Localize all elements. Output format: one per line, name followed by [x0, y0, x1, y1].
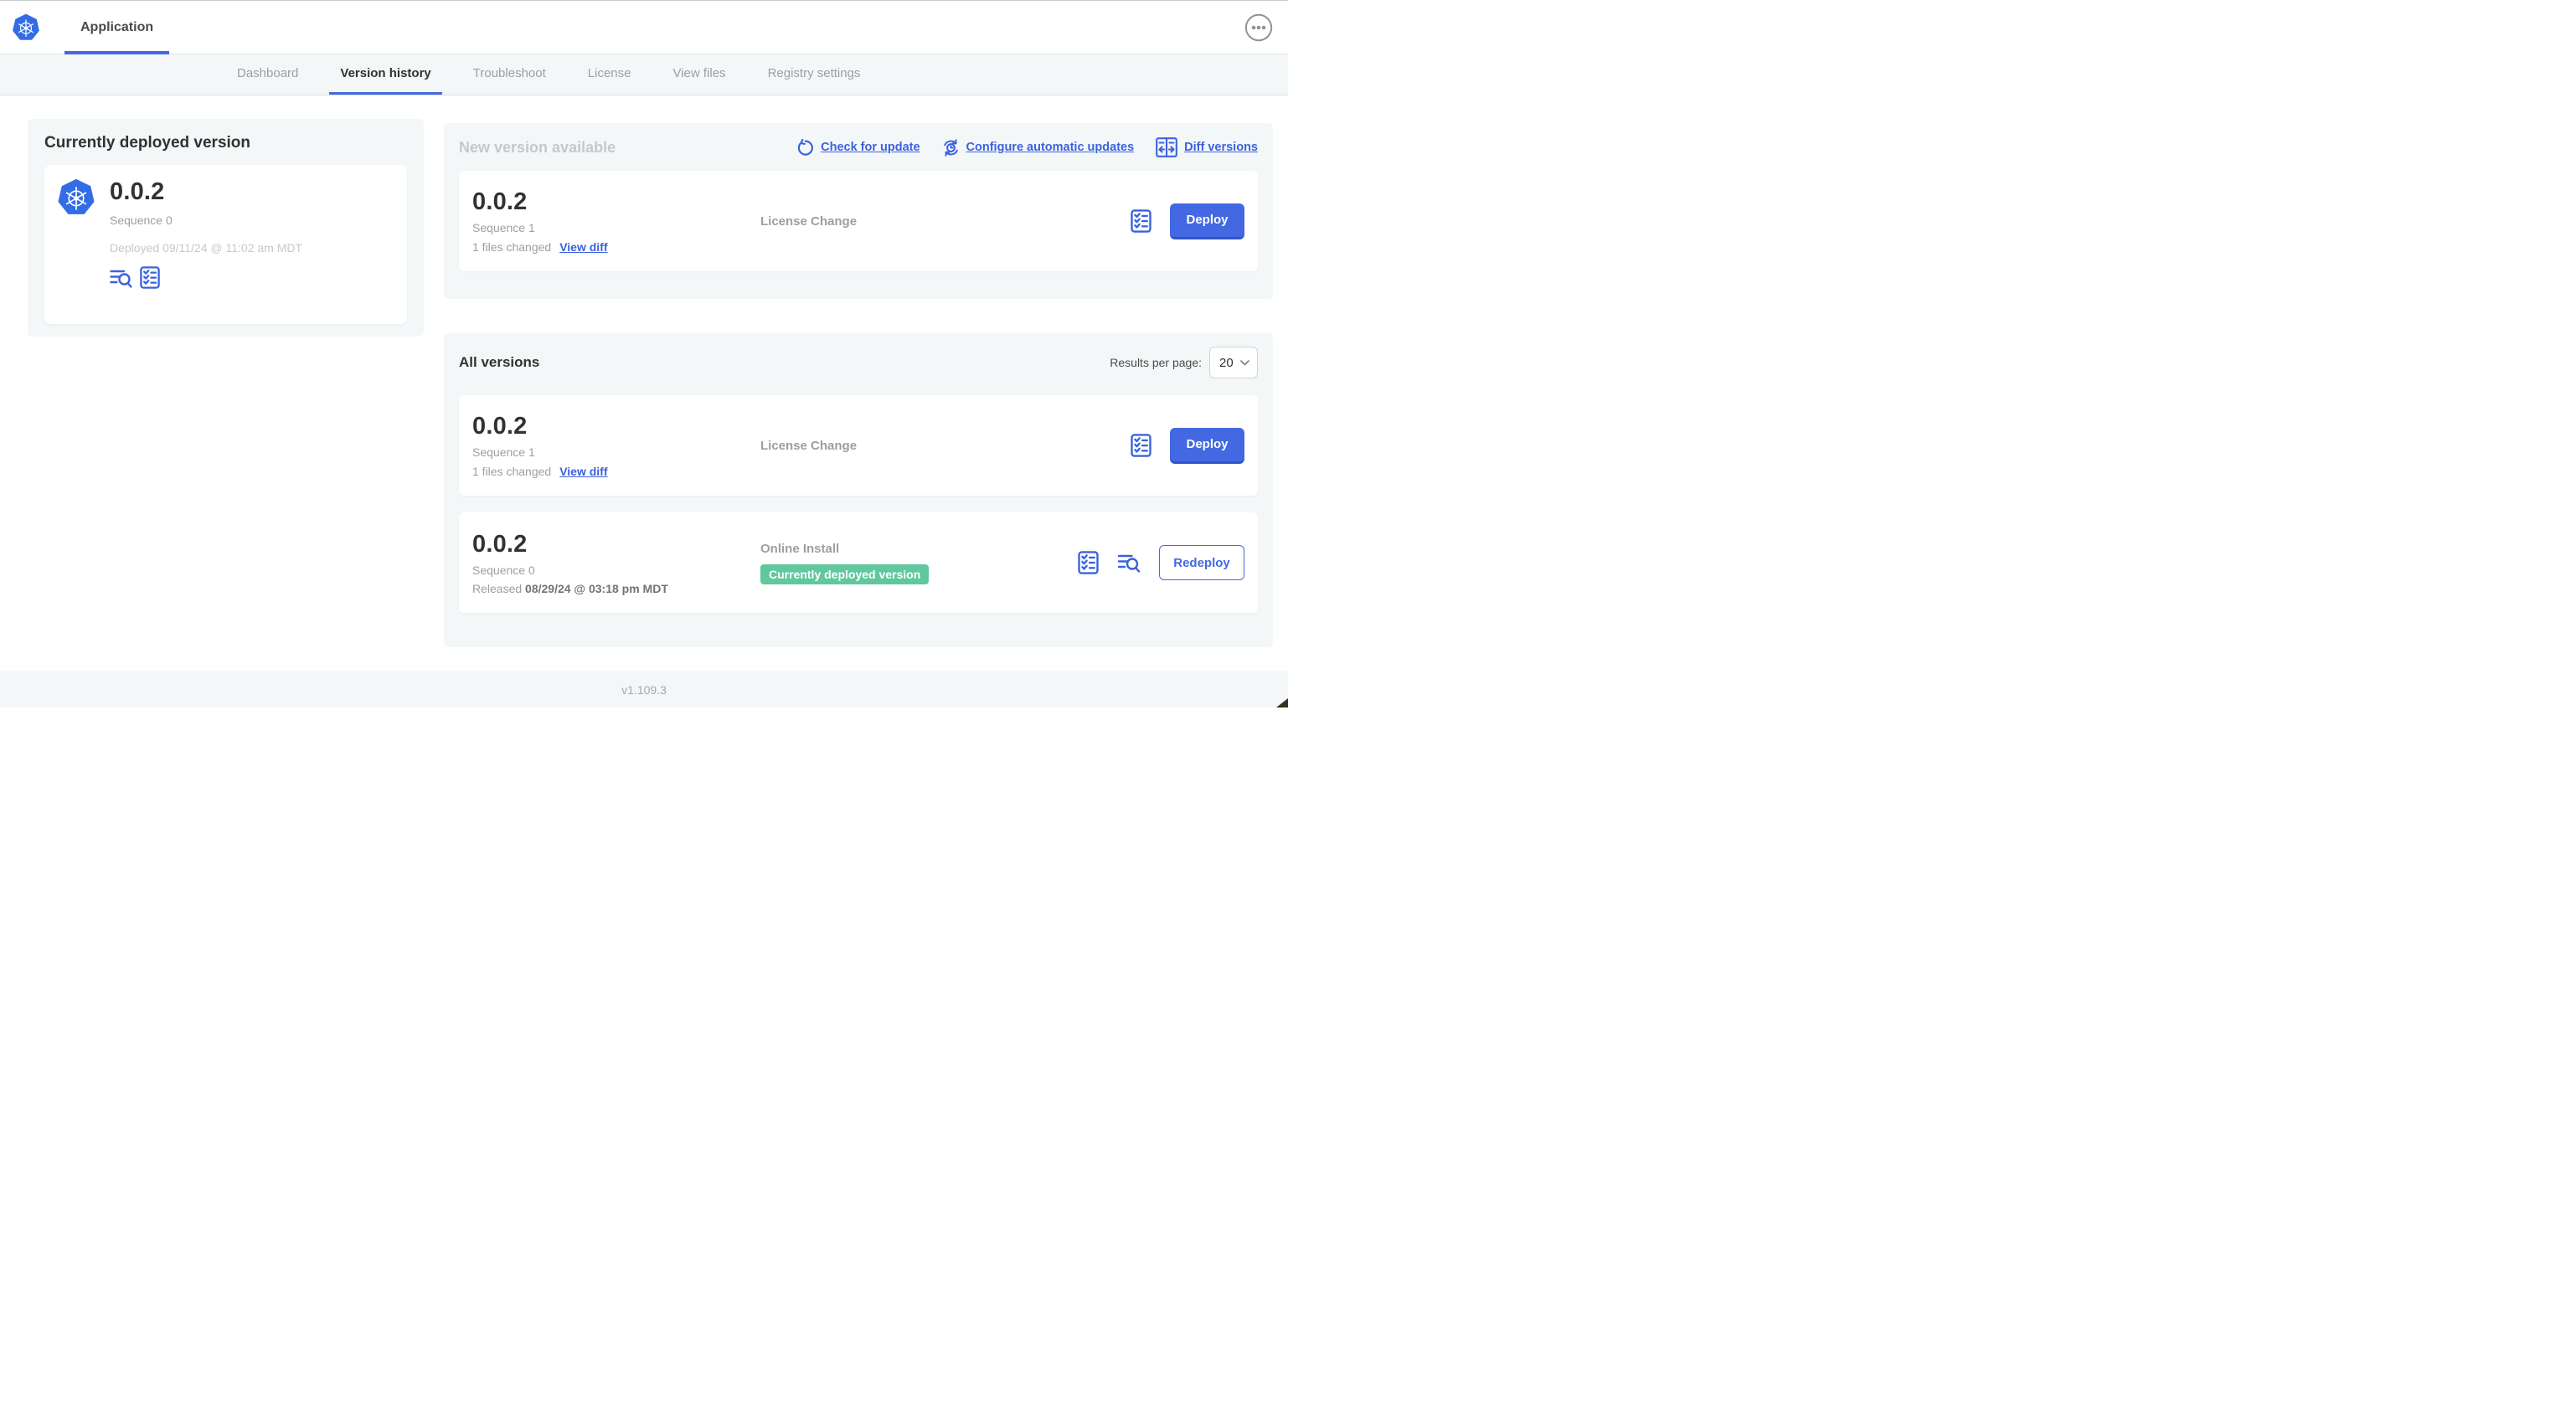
- preflight-checks-icon: [1078, 551, 1099, 574]
- configure-automatic-updates-label: Configure automatic updates: [966, 141, 1135, 154]
- tab-view-files[interactable]: View files: [662, 54, 736, 95]
- diff-versions-link[interactable]: Diff versions: [1156, 137, 1258, 157]
- preflight-checks-button[interactable]: [1131, 209, 1151, 233]
- currently-deployed-badge: Currently deployed version: [760, 563, 930, 584]
- files-changed-text: 1 files changed: [472, 240, 552, 254]
- check-for-update-label: Check for update: [821, 141, 920, 154]
- preflight-checks-button[interactable]: [1131, 434, 1151, 457]
- preflight-checks-icon: [1131, 434, 1151, 457]
- currently-deployed-panel: Currently deployed version 0.0.2 Sequenc…: [28, 119, 424, 337]
- version-source: Online Install: [760, 541, 840, 556]
- new-version-row: 0.0.2 Sequence 1 1 files changed View di…: [459, 171, 1258, 271]
- auto-update-clock-icon: [943, 138, 958, 157]
- tab-version-history[interactable]: Version history: [329, 54, 442, 95]
- preflight-checks-icon: [140, 266, 160, 289]
- deploy-button[interactable]: Deploy: [1170, 203, 1244, 239]
- version-sequence: Sequence 1: [472, 221, 535, 234]
- check-for-update-link[interactable]: Check for update: [796, 138, 920, 157]
- view-logs-button[interactable]: [1117, 553, 1141, 573]
- version-row: 0.0.2 Sequence 1 1 files changed View di…: [459, 395, 1258, 496]
- new-version-title: New version available: [459, 138, 616, 156]
- results-per-page-label: Results per page:: [1110, 356, 1202, 369]
- view-diff-link[interactable]: View diff: [559, 465, 607, 478]
- kubernetes-logo-icon: [11, 13, 41, 43]
- ellipsis-menu-icon: [1244, 13, 1273, 41]
- app-window: Application Dashboard Version history Tr…: [0, 0, 1288, 708]
- view-logs-button[interactable]: [110, 268, 132, 288]
- tab-troubleshoot[interactable]: Troubleshoot: [462, 54, 557, 95]
- version-source: License Change: [760, 438, 858, 453]
- version-number: 0.0.2: [472, 188, 528, 215]
- deployed-version-number: 0.0.2: [110, 178, 165, 205]
- kubernetes-logo-icon: [57, 178, 95, 217]
- main-content: Currently deployed version 0.0.2 Sequenc…: [0, 95, 1288, 671]
- released-prefix: Released: [472, 581, 526, 595]
- version-number: 0.0.2: [472, 413, 528, 440]
- chevron-down-icon: [1240, 359, 1249, 365]
- files-changed-text: 1 files changed: [472, 465, 552, 478]
- view-diff-link[interactable]: View diff: [559, 240, 607, 254]
- version-sequence: Sequence 1: [472, 445, 535, 459]
- currently-deployed-title: Currently deployed version: [44, 134, 251, 152]
- diff-versions-label: Diff versions: [1184, 141, 1258, 154]
- new-version-panel: New version available Check for update C…: [444, 123, 1273, 299]
- deploy-button[interactable]: Deploy: [1170, 427, 1244, 464]
- application-tab[interactable]: Application: [64, 1, 170, 54]
- results-per-page-value: 20: [1219, 355, 1234, 370]
- version-row: 0.0.2 Sequence 0 Released 08/29/24 @ 03:…: [459, 512, 1258, 613]
- application-tab-label: Application: [80, 19, 154, 34]
- tab-dashboard[interactable]: Dashboard: [226, 54, 309, 95]
- deployed-sequence: Sequence 0: [110, 214, 173, 227]
- released-timestamp: Released 08/29/24 @ 03:18 pm MDT: [472, 582, 760, 595]
- app-subnav: Dashboard Version history Troubleshoot L…: [0, 54, 1288, 95]
- footer: v1.109.3: [0, 671, 1288, 708]
- view-logs-icon: [1117, 554, 1141, 573]
- view-logs-icon: [110, 270, 132, 288]
- currently-deployed-card: 0.0.2 Sequence 0 Deployed 09/11/24 @ 11:…: [44, 165, 407, 324]
- console-version-text: v1.109.3: [621, 682, 667, 697]
- results-per-page-select[interactable]: 20: [1209, 347, 1258, 378]
- tab-registry-settings[interactable]: Registry settings: [757, 54, 872, 95]
- preflight-checks-icon: [1131, 209, 1151, 233]
- ellipsis-menu-button[interactable]: [1244, 13, 1273, 42]
- all-versions-title: All versions: [459, 354, 540, 370]
- preflight-checks-button[interactable]: [140, 266, 160, 289]
- released-date: 08/29/24 @ 03:18 pm MDT: [525, 581, 668, 595]
- tab-license[interactable]: License: [577, 54, 642, 95]
- deployed-timestamp: Deployed 09/11/24 @ 11:02 am MDT: [110, 241, 303, 255]
- mouse-cursor: [1276, 698, 1288, 708]
- refresh-icon: [797, 138, 814, 156]
- configure-automatic-updates-link[interactable]: Configure automatic updates: [942, 138, 1135, 157]
- all-versions-panel: All versions Results per page: 20 0.0.2 …: [444, 333, 1273, 647]
- version-source-block: Online Install Currently deployed versio…: [760, 542, 1078, 584]
- top-header: Application: [0, 1, 1288, 54]
- diff-icon: [1156, 137, 1178, 157]
- preflight-checks-button[interactable]: [1078, 551, 1099, 574]
- version-source: License Change: [760, 214, 858, 229]
- version-number: 0.0.2: [472, 530, 528, 558]
- redeploy-button[interactable]: Redeploy: [1159, 545, 1244, 580]
- version-sequence: Sequence 0: [472, 563, 535, 577]
